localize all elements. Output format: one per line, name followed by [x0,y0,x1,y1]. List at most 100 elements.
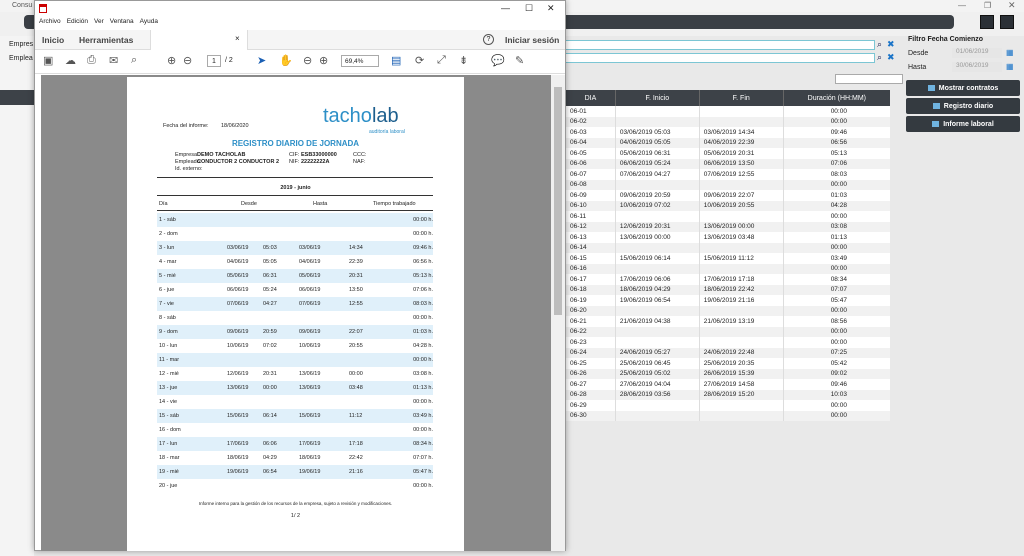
report-cell: 00:00 h. [413,315,433,321]
table-row[interactable]: 06-02 00:00 [565,116,890,127]
table-row[interactable]: 06-10 10/06/2019 07:02 10/06/2019 20:55 04:… [565,200,890,211]
table-row[interactable]: 06-05 05/06/2019 06:31 05/06/2019 20:31 05:… [565,148,890,159]
next-page-icon[interactable]: ⊖ [183,54,192,67]
empresa-input[interactable] [565,40,875,50]
fit-page-icon[interactable]: ▤ [391,54,401,67]
upload-icon[interactable]: ☁ [65,54,76,67]
table-row[interactable]: 06-12 12/06/2019 20:31 13/06/2019 00:00 03:… [565,221,890,232]
menu-archivo[interactable]: Archivo [39,18,61,25]
table-row[interactable]: 06-15 15/06/2019 06:14 15/06/2019 11:12 03:… [565,253,890,264]
table-row[interactable]: 06-23 00:00 [565,337,890,348]
table-row[interactable]: 06-21 21/06/2019 04:38 21/06/2019 13:19 08:… [565,316,890,327]
sign-icon[interactable]: ✎ [515,54,524,67]
table-row[interactable]: 06-04 04/06/2019 05:05 04/06/2019 22:39 06:… [565,137,890,148]
table-row[interactable]: 06-18 18/06/2019 04:29 18/06/2019 22:42 07:… [565,284,890,295]
table-row[interactable]: 06-03 03/06/2019 05:03 03/06/2019 14:34 09:… [565,127,890,138]
clear-icon-2[interactable]: ✖ [887,52,895,63]
help-icon[interactable]: ? [483,34,494,45]
hand-icon[interactable]: ✋ [279,54,293,67]
zoom-out-icon[interactable]: ⊖ [303,54,312,67]
table-row[interactable]: 06-16 00:00 [565,263,890,274]
table-row[interactable]: 06-11 00:00 [565,211,890,222]
table-cell: 04/06/2019 22:39 [698,137,784,148]
table-row[interactable]: 06-08 00:00 [565,179,890,190]
fullscreen-icon[interactable]: ⤢ [437,54,446,67]
menu-ayuda[interactable]: Ayuda [140,18,158,25]
pdf-maximize-icon[interactable]: ☐ [525,3,533,14]
table-row[interactable]: 06-14 00:00 [565,242,890,253]
zoom-in-icon[interactable]: ⊕ [319,54,328,67]
pdf-close-icon[interactable]: ✕ [547,3,555,14]
menu-ventana[interactable]: Ventana [110,18,134,25]
select-cursor-icon[interactable]: ➤ [257,54,266,67]
table-row[interactable]: 06-19 19/06/2019 06:54 19/06/2019 21:16 05:… [565,295,890,306]
report-cell [261,213,297,227]
mail-icon[interactable]: ✉ [109,54,118,67]
naf-label: NAF: [353,159,366,165]
page-total: / 2 [225,57,233,64]
table-row[interactable]: 06-13 13/06/2019 00:00 13/06/2019 03:48 01:… [565,232,890,243]
zoom-select[interactable]: 69,4% [341,55,379,67]
calendar-icon-2[interactable]: ▦ [1006,62,1014,71]
header-dia: Día [159,201,168,207]
tool-button-1[interactable] [980,15,994,29]
tab-document[interactable]: × [150,30,248,50]
mostrar-contratos-button[interactable]: Mostrar contratos [906,80,1020,96]
search-icon-2[interactable]: ⌕ [877,52,882,63]
table-row[interactable]: 06-07 07/06/2019 04:27 07/06/2019 12:55 08:… [565,169,890,180]
logo-part-b: lab [371,105,399,127]
table-row[interactable]: 06-09 09/06/2019 20:59 09/06/2019 22:07 01:… [565,190,890,201]
table-row[interactable]: 06-28 28/06/2019 03:56 28/06/2019 15:20 10:… [565,389,890,400]
tab-herramientas[interactable]: Herramientas [79,35,133,45]
table-row[interactable]: 06-24 24/06/2019 05:27 24/06/2019 22:48 07:… [565,347,890,358]
table-row[interactable]: 06-22 00:00 [565,326,890,337]
minimize-icon[interactable]: — [958,1,966,10]
table-row[interactable]: 06-06 06/06/2019 05:24 06/06/2019 13:50 07:… [565,158,890,169]
grid-search-input[interactable] [835,74,903,84]
search-icon[interactable]: ⌕ [877,39,882,50]
pdf-scrollbar[interactable] [551,75,565,551]
menu-ver[interactable]: Ver [94,18,104,25]
table-row[interactable]: 06-20 00:00 [565,305,890,316]
menu-edicion[interactable]: Edición [67,18,88,25]
pdf-minimize-icon[interactable]: — [501,3,510,13]
prev-page-icon[interactable]: ⊕ [167,54,176,67]
search-icon[interactable]: ⌕ [131,54,137,67]
page-input[interactable]: 1 [207,55,221,67]
table-row[interactable]: 06-30 00:00 [565,410,890,421]
pdf-app-icon [39,4,47,13]
report-cell: 04:29 [263,455,277,461]
table-row[interactable]: 06-01 00:00 [565,106,890,117]
empleado-input[interactable] [565,53,875,63]
tool-button-2[interactable] [1000,15,1014,29]
restore-icon[interactable]: ❐ [984,1,991,10]
grid-header-cell[interactable]: F. Inicio [614,90,700,106]
report-cell: 07:02 [263,343,277,349]
print-icon[interactable]: ⎙ [87,54,96,67]
table-cell: 17/06/2019 06:06 [614,274,700,285]
grid-header-cell[interactable]: Duración (HH:MM) [782,90,890,106]
close-icon[interactable]: ✕ [1008,0,1016,11]
calendar-icon[interactable]: ▦ [1006,48,1014,57]
table-row[interactable]: 06-27 27/06/2019 04:04 27/06/2019 14:58 09:… [565,379,890,390]
desde-input[interactable]: 01/06/2019 [952,48,1002,58]
save-icon[interactable]: ▣ [43,54,53,67]
table-row[interactable]: 06-29 00:00 [565,400,890,411]
pdf-scroll-thumb[interactable] [554,87,562,315]
table-row[interactable]: 06-26 25/06/2019 05:02 26/06/2019 15:39 09:… [565,368,890,379]
tab-close-icon[interactable]: × [235,34,240,43]
tab-inicio[interactable]: Inicio [42,35,64,45]
comment-icon[interactable]: 💬 [491,54,505,67]
rotate-icon[interactable]: ⟳ [415,54,424,67]
registro-diario-button[interactable]: Registro diario [906,98,1020,114]
table-row[interactable]: 06-25 25/06/2019 06:45 25/06/2019 20:35 05:… [565,358,890,369]
scroll-mode-icon[interactable]: ⇟ [459,54,468,67]
table-row[interactable]: 06-17 17/06/2019 06:06 17/06/2019 17:18 08:… [565,274,890,285]
grid-header-cell[interactable]: DIA [565,90,616,106]
informe-laboral-button[interactable]: Informe laboral [906,116,1020,132]
grid-header-cell[interactable]: F. Fin [698,90,784,106]
hasta-input[interactable]: 30/06/2019 [952,62,1002,72]
signin-link[interactable]: Iniciar sesión [505,35,559,45]
report-cell: 9 - dom [157,325,225,339]
clear-icon[interactable]: ✖ [887,39,895,50]
